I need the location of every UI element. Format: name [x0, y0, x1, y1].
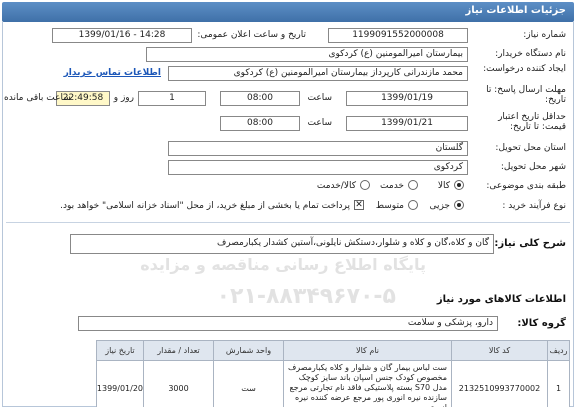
page-title: جزئیات اطلاعات نیاز: [2, 2, 574, 22]
buyer-value: بیمارستان امیرالمومنین (ع) کردکوی: [146, 47, 468, 62]
creator-label: ایجاد کننده درخواست:: [483, 64, 566, 74]
col-header-unit: واحد شمارش: [213, 340, 284, 361]
summary-value: گان و کلاه،گان و کلاه و شلوار،دستکش نایل…: [70, 234, 494, 254]
goods-group-label: گروه کالا:: [517, 318, 566, 329]
item-qty: 3000: [143, 360, 214, 407]
category-label: طبقه بندی موضوعی:: [486, 181, 566, 191]
days-remaining-value: 1: [138, 91, 206, 106]
category-option-goods-service: کالا/خدمت: [316, 181, 356, 191]
need-number-label: شماره نیاز:: [523, 30, 566, 40]
announce-value: 1399/01/16 - 14:28: [52, 28, 192, 43]
days-label: روز و: [113, 93, 134, 103]
reply-deadline-label: مهلت ارسال پاسخ: تا تاریخ:: [486, 85, 566, 105]
category-radio-goods-service[interactable]: [360, 180, 370, 190]
city-label: شهر محل تحویل:: [500, 162, 566, 172]
row-number: 1: [547, 360, 570, 407]
province-label: استان محل تحویل:: [495, 143, 566, 153]
item-unit: ست: [213, 360, 284, 407]
validity-time-label: ساعت: [307, 118, 333, 128]
announce-label: تاریخ و ساعت اعلان عمومی:: [197, 30, 306, 40]
city-value: کردکوی: [168, 160, 468, 175]
validity-label: حداقل تاریخ اعتبار قیمت: تا تاریخ:: [498, 112, 566, 132]
province-value: گلستان: [168, 141, 468, 156]
col-header-name: نام کالا: [283, 340, 452, 361]
goods-table: ردیف کد کالا نام کالا واحد شمارش تعداد /…: [95, 340, 570, 407]
item-need-date: 1399/01/20: [95, 360, 145, 407]
treasury-payment-checkbox[interactable]: ✕: [354, 200, 364, 210]
table-header-row: ردیف کد کالا نام کالا واحد شمارش تعداد /…: [95, 340, 570, 361]
buyer-label: نام دستگاه خریدار:: [495, 49, 566, 59]
col-header-row-number: ردیف: [547, 340, 570, 361]
table-row[interactable]: 1 2132510993770002 ست لباس بیمار گان و ش…: [95, 360, 570, 407]
category-option-goods: کالا: [437, 181, 450, 191]
contact-info-link[interactable]: اطلاعات تماس خریدار: [64, 68, 161, 78]
payment-note: پرداخت تمام یا بخشی از مبلغ خرید، از محل…: [60, 201, 350, 211]
watermark-text: پایگاه اطلاع رسانی مناقصه و مزایده: [140, 255, 426, 274]
reply-time-label: ساعت: [307, 93, 333, 103]
category-radio-service[interactable]: [408, 180, 418, 190]
process-label: نوع فرآیند خرید :: [502, 201, 566, 211]
validity-date-value: 1399/01/21: [346, 116, 468, 131]
col-header-code: کد کالا: [451, 340, 548, 361]
remaining-label: ساعت باقی مانده: [4, 93, 71, 103]
item-name: ست لباس بیمار گان و شلوار و کلاه یکبارمص…: [283, 360, 452, 407]
validity-time-value: 08:00: [220, 116, 300, 131]
process-radio-minor[interactable]: [454, 200, 464, 210]
reply-date-value: 1399/01/19: [346, 91, 468, 106]
summary-label: شرح کلی نیاز:: [494, 238, 566, 249]
category-radio-goods[interactable]: [454, 180, 464, 190]
col-header-qty: تعداد / مقدار: [143, 340, 214, 361]
creator-value: محمد مازندرانی کارپرداز بیمارستان امیرال…: [168, 66, 468, 81]
divider: [6, 222, 570, 223]
goods-section-title: اطلاعات کالاهای مورد نیاز: [436, 294, 566, 305]
process-option-minor: جزیی: [429, 201, 450, 211]
need-number-value: 1199091552000008: [328, 28, 468, 43]
col-header-date: تاریخ نیاز: [95, 340, 145, 361]
process-option-medium: متوسط: [375, 201, 404, 211]
goods-group-value: دارو، پزشکی و سلامت: [78, 316, 498, 331]
process-radio-medium[interactable]: [408, 200, 418, 210]
category-option-service: خدمت: [380, 181, 404, 191]
item-code: 2132510993770002: [451, 360, 548, 407]
watermark-phone: ۰۲۱-۸۸۳۴۹۶۷۰-۵: [216, 284, 396, 309]
reply-time-value: 08:00: [220, 91, 300, 106]
